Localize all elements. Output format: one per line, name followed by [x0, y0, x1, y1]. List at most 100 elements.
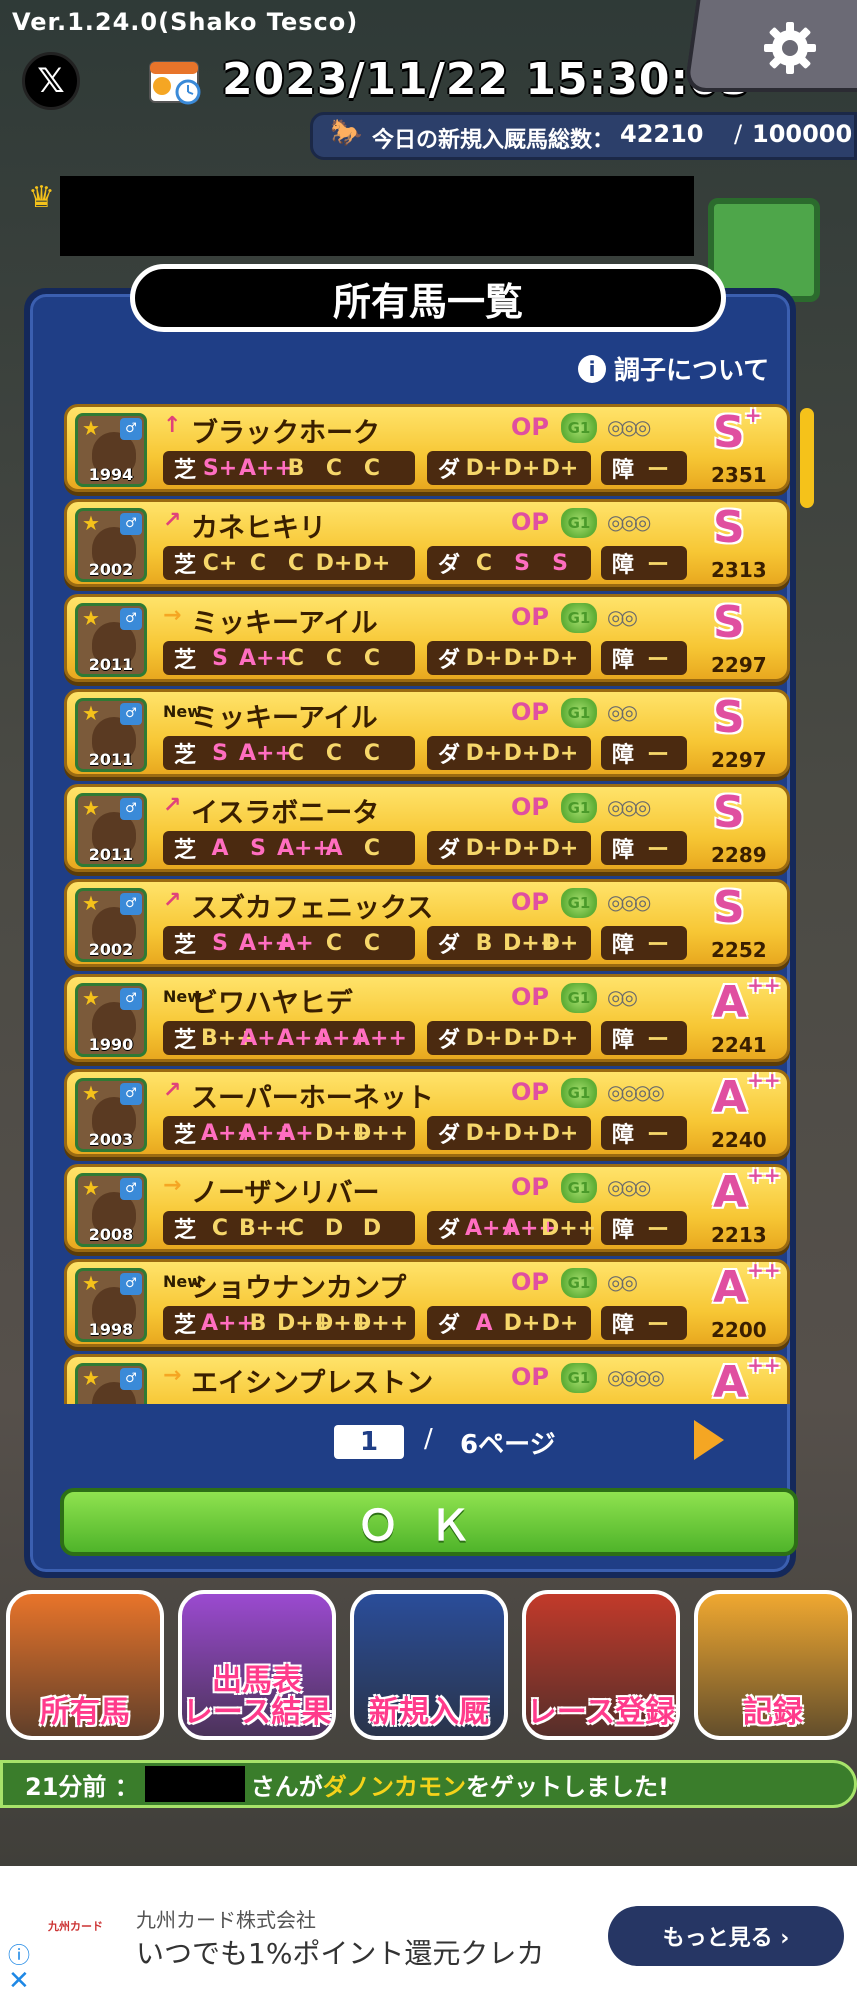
new-entry-max: 100000 — [752, 120, 853, 148]
x-share-button[interactable]: 𝕏 — [22, 52, 80, 110]
dirt-label: ダ — [437, 553, 460, 578]
horse-score: 2351 — [711, 463, 767, 487]
aptitude-value: S — [212, 930, 228, 956]
aptitude-value: D — [362, 1215, 382, 1241]
horse-row[interactable]: ★ ♂ 2008 → ノーザンリバー OP G1 ◎◎◎ A++ 2213 芝 C B++ C D D ダ A++… — [64, 1163, 790, 1252]
dirt-aptitude: ダ D+ D+ D+ — [427, 1021, 591, 1055]
hurdle-label: 障 — [611, 648, 634, 673]
nav-button[interactable]: 記録 — [694, 1590, 852, 1740]
horse-row[interactable]: ★ ♂ 2002 ↗ スズカフェニックス OP G1 ◎◎◎ S 2252 芝 S A++ A+ C C ダ B D… — [64, 879, 790, 967]
aptitude-value: ー — [646, 1028, 669, 1053]
aptitude-value: D++ — [315, 1310, 371, 1336]
aptitude-value: D+ — [465, 1120, 503, 1146]
list-scrollbar[interactable] — [800, 408, 814, 508]
grade-suffix: ++ — [747, 973, 781, 997]
horse-row[interactable]: ★ ♂ 2011 → ミッキーアイル OP G1 ◎◎ S 2297 芝 S A++ C C C ダ D+ D+ D+… — [64, 594, 790, 682]
aptitude-value: C — [325, 455, 343, 481]
info-icon: i — [578, 354, 606, 383]
aptitude-value: D++ — [353, 1120, 409, 1146]
aptitude-value: D+ — [541, 740, 579, 766]
trend-icon: ↗ — [163, 793, 182, 818]
overall-grade: A++ — [713, 1068, 781, 1123]
horse-name: イスラボニータ — [191, 798, 380, 829]
nav-button[interactable]: 所有馬 — [6, 1590, 164, 1740]
horse-row[interactable]: ★ ♂ 2002 ↗ カネヒキリ OP G1 ◎◎◎ S 2313 芝 C+ C C D+ D+ ダ C S S 障ー — [64, 499, 790, 587]
trend-icon: → — [163, 603, 182, 628]
aptitude-value: D — [324, 1215, 344, 1241]
aptitude-value: D+ — [541, 455, 579, 481]
aptitude-value: C — [249, 550, 267, 576]
horse-score: 2200 — [711, 1318, 767, 1342]
horse-portrait: ★ ♂ 2003 — [75, 1078, 147, 1152]
ad-close-icon[interactable]: ✕ — [8, 1966, 30, 1996]
aptitude-value: S — [250, 835, 266, 861]
hurdle-aptitude: 障ー — [601, 1116, 687, 1150]
horse-list[interactable]: ★ ♂ 1994 ↑ ブラックホーク OP G1 ◎◎◎ S+ 2351 芝 S+ A++ B C C ダ D+ D… — [64, 404, 790, 1404]
horse-row[interactable]: ★ ♂ 1998 New ショウナンカンプ OP G1 ◎◎ A++ 2200 芝 A++ B D++ D+… — [64, 1258, 790, 1347]
turf-aptitude: 芝 B++ A+ A++ A++ A++ — [163, 1021, 415, 1055]
page-current-input[interactable]: 1 — [334, 1425, 404, 1459]
grade-suffix: ++ — [747, 1163, 781, 1187]
aptitude-value: S — [552, 550, 568, 576]
hurdle-label: 障 — [611, 1313, 634, 1338]
avatar[interactable] — [708, 198, 820, 302]
horse-score: 2289 — [711, 843, 767, 867]
aptitude-value: A — [475, 1310, 493, 1336]
aptitude-value: C — [287, 645, 305, 671]
condition-help-link[interactable]: i 調子について — [578, 350, 769, 387]
ad-text: いつでも1%ポイント還元クレカ — [136, 1937, 545, 1970]
turf-label: 芝 — [173, 838, 196, 863]
sex-badge-icon: ♂ — [120, 1083, 142, 1105]
hurdle-label: 障 — [611, 838, 634, 863]
next-page-icon[interactable] — [694, 1420, 724, 1460]
aptitude-value: B — [287, 455, 305, 481]
nav-button[interactable]: レース登録 — [522, 1590, 680, 1740]
aptitude-value: D+ — [503, 645, 541, 671]
horse-row[interactable]: ★ ♂ 2011 New ミッキーアイル OP G1 ◎◎ S 2297 芝 S A++ C C C ダ D+ D+… — [64, 689, 790, 777]
ad-more-button[interactable]: もっと見る › — [608, 1906, 844, 1966]
aptitude-value: A — [325, 835, 343, 861]
horse-birth-year: 2011 — [88, 750, 134, 769]
horseshoe-icon: ◎◎◎◎ — [607, 1080, 665, 1104]
aptitude-value: S — [514, 550, 530, 576]
class-op-label: OP — [511, 603, 549, 631]
horse-name: カネヒキリ — [191, 513, 326, 544]
horse-name: ミッキーアイル — [191, 608, 378, 639]
nav-button[interactable]: 新規入厩 — [350, 1590, 508, 1740]
page-slash: / — [424, 1424, 433, 1454]
aptitude-value: A+ — [240, 1025, 276, 1051]
aptitude-value: D+ — [315, 550, 353, 576]
turf-aptitude: 芝 S+ A++ B C C — [163, 451, 415, 485]
g1-badge-icon: G1 — [561, 983, 597, 1013]
star-icon: ★ — [82, 1366, 100, 1390]
horse-birth-year: 2002 — [88, 940, 134, 959]
horse-row[interactable]: ★ ♂ 1990 New ビワハヤヒデ OP G1 ◎◎ A++ 2241 芝 B++ A+ A++ A++… — [64, 973, 790, 1062]
turf-label: 芝 — [173, 743, 196, 768]
overall-grade: S — [713, 597, 745, 648]
aptitude-value: A++ — [239, 455, 293, 481]
g1-badge-icon: G1 — [561, 888, 597, 918]
horse-portrait: ★ ♂ 2002 — [75, 508, 147, 582]
horse-row[interactable]: ★ ♂ 1994 ↑ ブラックホーク OP G1 ◎◎◎ S+ 2351 芝 S+ A++ B C C ダ D+ D… — [64, 404, 790, 492]
aptitude-value: D+ — [541, 1025, 579, 1051]
horse-row[interactable]: ★ ♂ 2011 ↗ イスラボニータ OP G1 ◎◎◎ S 2289 芝 A S A++ A C ダ D+ D+ D… — [64, 784, 790, 872]
aptitude-value: C — [325, 740, 343, 766]
ticker-time: 21分前 ： — [25, 1772, 139, 1801]
turf-aptitude: 芝 S A++ C C C — [163, 641, 415, 675]
sex-badge-icon: ♂ — [120, 988, 142, 1010]
hurdle-label: 障 — [611, 1028, 634, 1053]
gear-icon[interactable] — [760, 18, 820, 78]
dirt-aptitude: ダ D+ D+ D+ — [427, 736, 591, 770]
grade-suffix: + — [744, 404, 762, 427]
turf-label: 芝 — [173, 1123, 196, 1148]
aptitude-value: A++ — [239, 645, 293, 671]
horse-birth-year: 2011 — [88, 845, 134, 864]
dirt-aptitude: ダ D+ D+ D+ — [427, 641, 591, 675]
horse-row[interactable]: ★ ♂ 2003 ↗ スーパーホーネット OP G1 ◎◎◎◎ A++ 2240 芝 A++ A++ A+… — [64, 1068, 790, 1157]
nav-button[interactable]: 出馬表 レース結果 — [178, 1590, 336, 1740]
class-op-label: OP — [511, 1268, 549, 1296]
horseshoe-icon: ◎◎ — [607, 1270, 638, 1294]
ok-button[interactable]: ＯＫ — [60, 1488, 798, 1556]
x-logo-icon: 𝕏 — [37, 61, 65, 101]
horse-row[interactable]: ★ ♂ → エイシンプレストン OP G1 ◎◎◎◎ A++ — [64, 1353, 790, 1404]
